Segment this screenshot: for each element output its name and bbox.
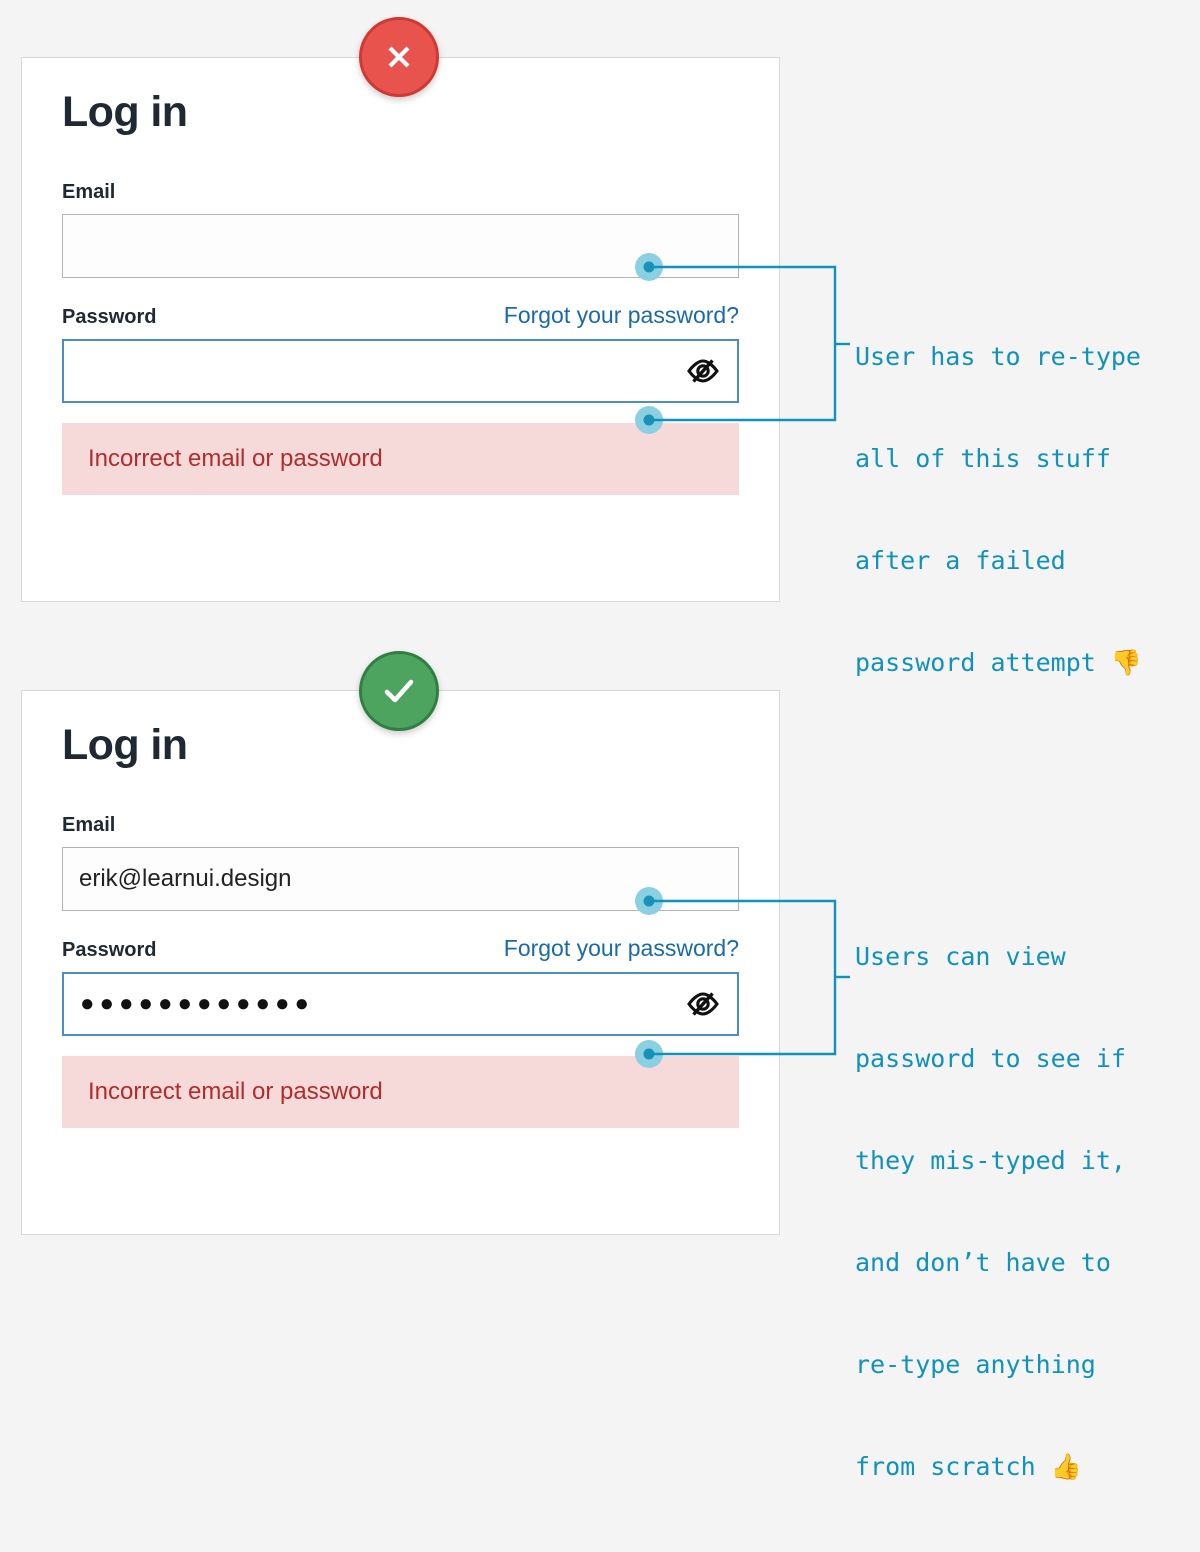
page-stage: Log in Email Password Forgot your passwo… — [0, 0, 1200, 1481]
password-input[interactable] — [62, 339, 739, 404]
password-label-row: Password Forgot your password? — [62, 935, 739, 962]
annotation-line-with-emoji: password attempt 👎 — [855, 646, 1142, 680]
password-label: Password — [62, 306, 157, 329]
close-icon — [388, 46, 410, 68]
error-message: Incorrect email or password — [88, 445, 383, 473]
check-icon — [384, 679, 414, 703]
email-label-row: Email — [62, 814, 739, 837]
annotation-line: re-type anything — [855, 1350, 1096, 1379]
error-message: Incorrect email or password — [88, 1078, 383, 1106]
email-input[interactable]: erik@learnui.design — [62, 847, 739, 912]
email-value: erik@learnui.design — [79, 865, 292, 893]
annotation-line: password attempt — [855, 648, 1111, 677]
email-label: Email — [62, 181, 116, 204]
annotation-line: and don’t have to — [855, 1248, 1111, 1277]
login-form-valid: Log in Email erik@learnui.design Passwor… — [62, 722, 739, 1129]
annotation-line: after a failed — [855, 546, 1066, 575]
login-card-valid: Log in Email erik@learnui.design Passwor… — [21, 690, 780, 1235]
annotation-line: from scratch — [855, 1452, 1051, 1481]
annotation-line-with-emoji: from scratch 👍 — [855, 1450, 1126, 1484]
thumbs-down-emoji: 👎 — [1110, 648, 1143, 677]
annotation-line: password to see if — [855, 1044, 1126, 1073]
email-label: Email — [62, 814, 116, 837]
forgot-password-link[interactable]: Forgot your password? — [504, 935, 739, 962]
annotation-line: they mis-typed it, — [855, 1146, 1126, 1175]
password-label-row: Password Forgot your password? — [62, 302, 739, 329]
fail-badge — [359, 17, 439, 97]
annotation-line: Users can view — [855, 942, 1066, 971]
success-badge — [359, 651, 439, 731]
error-banner: Incorrect email or password — [62, 423, 739, 496]
email-input[interactable] — [62, 214, 739, 279]
forgot-password-link[interactable]: Forgot your password? — [504, 302, 739, 329]
annotation-failed-state: User has to re-type all of this stuff af… — [855, 272, 1142, 748]
annotation-good-state: Users can view password to see if they m… — [855, 872, 1126, 1552]
login-card-invalid: Log in Email Password Forgot your passwo… — [21, 57, 780, 602]
eye-off-icon[interactable] — [683, 351, 723, 391]
error-banner: Incorrect email or password — [62, 1056, 739, 1129]
password-input[interactable]: ●●●●●●●●●●●● — [62, 972, 739, 1037]
thumbs-up-emoji: 👍 — [1050, 1452, 1082, 1481]
email-label-row: Email — [62, 181, 739, 204]
password-value: ●●●●●●●●●●●● — [80, 990, 314, 1018]
annotation-line: all of this stuff — [855, 444, 1111, 473]
password-label: Password — [62, 939, 157, 962]
eye-off-icon[interactable] — [683, 984, 723, 1024]
annotation-line: User has to re-type — [855, 342, 1141, 371]
login-form-invalid: Log in Email Password Forgot your passwo… — [62, 89, 739, 496]
